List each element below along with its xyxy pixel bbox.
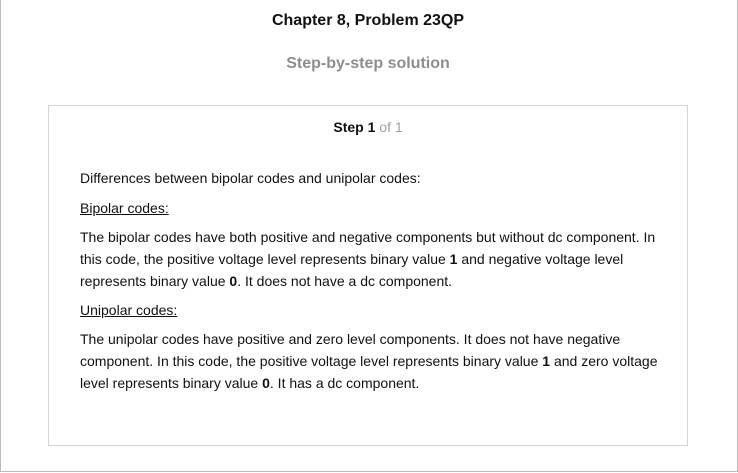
unipolar-text-3: . It has a dc component.	[269, 375, 420, 391]
step-of-total: of 1	[379, 119, 403, 135]
unipolar-bold-2: 0	[262, 375, 270, 391]
solution-subtitle: Step-by-step solution	[286, 55, 450, 72]
unipolar-text-1: The unipolar codes have positive and zer…	[80, 331, 621, 369]
step-header: Step 1 of 1	[49, 119, 687, 135]
intro-text: Differences between bipolar codes and un…	[80, 170, 421, 186]
bipolar-paragraph: The bipolar codes have both positive and…	[80, 226, 670, 292]
step-number: 1	[367, 119, 376, 135]
step-content: Differences between bipolar codes and un…	[80, 167, 670, 401]
step-label: Step	[333, 119, 364, 135]
unipolar-paragraph: The unipolar codes have positive and zer…	[80, 328, 670, 394]
chapter-title: Chapter 8, Problem 23QP	[271, 12, 465, 29]
bipolar-text-3: . It does not have a dc component.	[237, 273, 453, 289]
step-card: Step 1 of 1 Differences between bipolar …	[48, 105, 688, 446]
bipolar-heading: Bipolar codes:	[80, 200, 169, 216]
unipolar-bold-1: 1	[542, 353, 551, 369]
unipolar-heading: Unipolar codes:	[80, 302, 178, 318]
